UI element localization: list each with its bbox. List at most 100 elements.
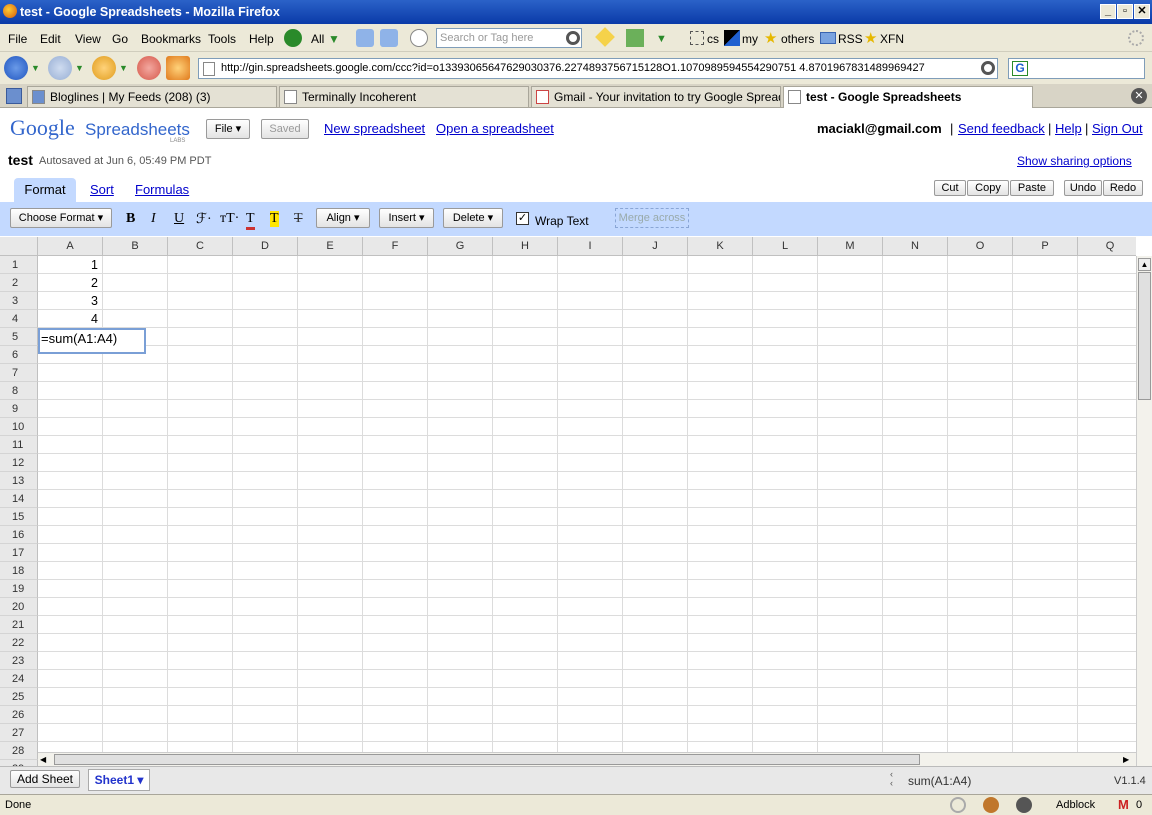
cell-p22[interactable] [1013, 634, 1078, 652]
cell-m21[interactable] [818, 616, 883, 634]
cell-b16[interactable] [103, 526, 168, 544]
cell-p7[interactable] [1013, 364, 1078, 382]
cell-o8[interactable] [948, 382, 1013, 400]
cell-d25[interactable] [233, 688, 298, 706]
scrollbar-thumb[interactable] [54, 754, 920, 765]
grid-corner[interactable] [0, 237, 38, 256]
row-header-26[interactable]: 26 [0, 706, 38, 724]
cell-a24[interactable] [38, 670, 103, 688]
cell-o20[interactable] [948, 598, 1013, 616]
cell-l26[interactable] [753, 706, 818, 724]
cell-q19[interactable] [1078, 580, 1136, 598]
cell-k26[interactable] [688, 706, 753, 724]
column-header-k[interactable]: K [688, 237, 753, 256]
all-dropdown[interactable]: All [311, 32, 324, 46]
home-bookmark-icon[interactable] [626, 29, 644, 47]
help-link[interactable]: Help [1055, 121, 1082, 136]
new-spreadsheet-link[interactable]: New spreadsheet [324, 121, 425, 136]
adblock-label[interactable]: Adblock [1056, 799, 1095, 811]
cell-c26[interactable] [168, 706, 233, 724]
cell-n1[interactable] [883, 256, 948, 274]
tag-search-input[interactable]: Search or Tag here [436, 28, 582, 48]
merge-across-button[interactable]: Merge across [615, 208, 689, 228]
cell-q15[interactable] [1078, 508, 1136, 526]
chevron-down-icon[interactable]: ▼ [75, 63, 84, 73]
cell-e12[interactable] [298, 454, 363, 472]
cell-n19[interactable] [883, 580, 948, 598]
cell-f6[interactable] [363, 346, 428, 364]
cell-n10[interactable] [883, 418, 948, 436]
cell-e5[interactable] [298, 328, 363, 346]
cell-p20[interactable] [1013, 598, 1078, 616]
cell-n24[interactable] [883, 670, 948, 688]
cell-o21[interactable] [948, 616, 1013, 634]
cell-n3[interactable] [883, 292, 948, 310]
cell-q21[interactable] [1078, 616, 1136, 634]
cell-n15[interactable] [883, 508, 948, 526]
cell-b4[interactable] [103, 310, 168, 328]
cell-q26[interactable] [1078, 706, 1136, 724]
cell-k25[interactable] [688, 688, 753, 706]
cell-e19[interactable] [298, 580, 363, 598]
cell-a22[interactable] [38, 634, 103, 652]
document-title[interactable]: test [8, 152, 33, 168]
cell-e18[interactable] [298, 562, 363, 580]
cell-m12[interactable] [818, 454, 883, 472]
cell-l9[interactable] [753, 400, 818, 418]
cell-d14[interactable] [233, 490, 298, 508]
cell-f21[interactable] [363, 616, 428, 634]
cell-k13[interactable] [688, 472, 753, 490]
row-header-13[interactable]: 13 [0, 472, 38, 490]
cell-q4[interactable] [1078, 310, 1136, 328]
cell-c8[interactable] [168, 382, 233, 400]
close-window-icon[interactable]: ✕ [1134, 4, 1150, 19]
cell-g15[interactable] [428, 508, 493, 526]
cell-l16[interactable] [753, 526, 818, 544]
cell-g23[interactable] [428, 652, 493, 670]
column-header-h[interactable]: H [493, 237, 558, 256]
cell-j27[interactable] [623, 724, 688, 742]
menu-bookmarks[interactable]: Bookmarks [141, 32, 201, 46]
highlight-color-button[interactable]: T [270, 211, 279, 227]
cell-k16[interactable] [688, 526, 753, 544]
cell-j12[interactable] [623, 454, 688, 472]
cell-i15[interactable] [558, 508, 623, 526]
row-header-3[interactable]: 3 [0, 292, 38, 310]
cell-f17[interactable] [363, 544, 428, 562]
cell-g21[interactable] [428, 616, 493, 634]
cell-h15[interactable] [493, 508, 558, 526]
cell-d7[interactable] [233, 364, 298, 382]
cell-i12[interactable] [558, 454, 623, 472]
cell-g14[interactable] [428, 490, 493, 508]
cell-j4[interactable] [623, 310, 688, 328]
column-header-m[interactable]: M [818, 237, 883, 256]
cell-c10[interactable] [168, 418, 233, 436]
cell-j14[interactable] [623, 490, 688, 508]
cell-c9[interactable] [168, 400, 233, 418]
cell-d13[interactable] [233, 472, 298, 490]
cell-f16[interactable] [363, 526, 428, 544]
cell-i13[interactable] [558, 472, 623, 490]
cell-k5[interactable] [688, 328, 753, 346]
row-header-25[interactable]: 25 [0, 688, 38, 706]
cell-d3[interactable] [233, 292, 298, 310]
cell-d16[interactable] [233, 526, 298, 544]
cell-j18[interactable] [623, 562, 688, 580]
underline-button[interactable]: U [174, 211, 184, 227]
cell-o15[interactable] [948, 508, 1013, 526]
cell-h25[interactable] [493, 688, 558, 706]
copy-button[interactable]: Copy [967, 180, 1009, 196]
comment-icon[interactable] [410, 29, 428, 47]
row-header-23[interactable]: 23 [0, 652, 38, 670]
column-header-e[interactable]: E [298, 237, 363, 256]
cell-d23[interactable] [233, 652, 298, 670]
cell-q13[interactable] [1078, 472, 1136, 490]
cell-a23[interactable] [38, 652, 103, 670]
cell-k6[interactable] [688, 346, 753, 364]
cell-e10[interactable] [298, 418, 363, 436]
cell-e2[interactable] [298, 274, 363, 292]
cell-h13[interactable] [493, 472, 558, 490]
cell-m1[interactable] [818, 256, 883, 274]
cell-o23[interactable] [948, 652, 1013, 670]
cell-o19[interactable] [948, 580, 1013, 598]
